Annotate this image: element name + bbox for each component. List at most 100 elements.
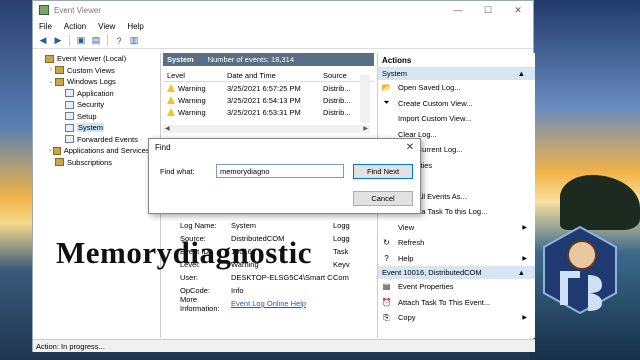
action-label: Import Custom View... <box>398 114 472 124</box>
action-item[interactable]: ⏰ Attach Task To This Event... <box>378 295 535 311</box>
maximize-button[interactable]: ☐ <box>473 5 503 16</box>
scroll-left-icon[interactable]: ◀ <box>165 125 170 133</box>
action-icon: ⎘ <box>383 312 390 322</box>
detail-label: Log Name: <box>180 221 217 230</box>
detail-row: User: DESKTOP-ELSG5C4\Smart Co Com <box>163 271 374 284</box>
tree-item[interactable]: Application <box>33 88 160 100</box>
back-icon[interactable]: ◀ <box>37 35 49 46</box>
log-name-header: System <box>167 55 194 64</box>
forward-icon[interactable]: ▶ <box>52 35 64 46</box>
close-button[interactable]: ✕ <box>503 5 533 16</box>
actions-section-event[interactable]: Event 10016, DistributedCOM ▲ <box>378 266 535 279</box>
tree-item[interactable]: Security <box>33 99 160 111</box>
action-icon <box>382 223 391 232</box>
tree-item[interactable]: › Applications and Services Lo <box>33 145 160 157</box>
collapse-icon[interactable]: ▲ <box>518 69 525 78</box>
action-item[interactable]: ▤ Event Properties <box>378 279 535 295</box>
detail-label: More Information: <box>180 294 220 313</box>
tree-item[interactable]: Event Viewer (Local) <box>33 53 160 65</box>
action-item[interactable]: 📂 Open Saved Log... <box>378 80 535 96</box>
tree-item-label: Security <box>77 100 105 110</box>
event-level: Warning <box>178 107 206 117</box>
detail-row: Log Name: System Logg <box>163 219 374 232</box>
detail-value: DESKTOP-ELSG5C4\Smart Co <box>231 273 333 282</box>
tree-item[interactable]: ⌄ Windows Logs <box>33 76 160 88</box>
event-count: Number of events: 18,314 <box>207 55 294 64</box>
actions-section-system[interactable]: System ▲ <box>378 67 535 80</box>
folder-icon <box>55 66 64 75</box>
action-item[interactable]: Import Custom View... <box>378 111 535 127</box>
cancel-button[interactable]: Cancel <box>353 191 413 206</box>
tree-item[interactable]: Forwarded Events <box>33 134 160 146</box>
dialog-close-icon[interactable]: ✕ <box>400 142 420 153</box>
column-header-source[interactable]: Source <box>323 71 358 80</box>
event-date-cell: 3/25/2021 6:57:25 PM <box>227 83 301 93</box>
find-next-button[interactable]: Find Next <box>353 164 413 179</box>
action-icon: ? <box>384 253 389 263</box>
warning-icon <box>167 96 175 104</box>
event-row[interactable]: Warning 3/25/2021 6:57:25 PM Distrib... <box>163 82 374 94</box>
submenu-arrow-icon: ▶ <box>522 224 527 231</box>
tree-item[interactable]: System <box>33 122 160 134</box>
action-icon <box>382 114 391 123</box>
menu-action[interactable]: Action <box>64 22 86 31</box>
menu-view[interactable]: View <box>98 22 115 31</box>
action-item[interactable]: ⏷ Create Custom View... <box>378 96 535 112</box>
tree-item[interactable]: Setup <box>33 111 160 123</box>
event-level: Warning <box>178 83 206 93</box>
expand-arrow-icon[interactable]: › <box>47 67 55 73</box>
column-header-date[interactable]: Date and Time <box>227 71 323 80</box>
event-row[interactable]: Warning 3/25/2021 6:54:13 PM Distrib... <box>163 94 374 106</box>
detail-extra: Keyv <box>333 260 350 269</box>
log-icon <box>65 100 74 109</box>
help-icon[interactable]: ? <box>113 35 125 46</box>
up-folder-icon[interactable]: ▣ <box>75 35 87 46</box>
column-header-level[interactable]: Level <box>163 71 227 80</box>
detail-extra: Logg <box>333 221 350 230</box>
event-source-cell: Distrib... <box>323 95 351 105</box>
action-item[interactable]: ↻ Refresh <box>378 235 535 251</box>
online-help-link[interactable]: Event Log Online Help <box>231 299 333 308</box>
tree-item-label: Windows Logs <box>67 77 116 87</box>
action-label: Event Properties <box>398 282 454 292</box>
tree-item-label: Subscriptions <box>67 157 113 167</box>
event-row[interactable]: Warning 3/25/2021 6:53:31 PM Distrib... <box>163 106 374 118</box>
action-item[interactable]: View ▶ <box>378 220 535 236</box>
event-list-horizontal-scrollbar[interactable]: ◀ ▶ <box>163 125 370 133</box>
show-hide-tree-icon[interactable]: ▤ <box>90 35 102 46</box>
action-item[interactable]: ? Help ▶ <box>378 251 535 267</box>
log-icon <box>65 112 74 121</box>
action-icon: ↻ <box>383 238 390 248</box>
tree-item-label: Setup <box>77 111 97 121</box>
menu-file[interactable]: File <box>39 22 52 31</box>
minimize-button[interactable]: — <box>443 5 473 15</box>
event-list: Warning 3/25/2021 6:57:25 PM Distrib... War… <box>163 82 374 118</box>
menu-help[interactable]: Help <box>127 22 143 31</box>
console-tree: Event Viewer (Local) › Custom Views ⌄ Window… <box>33 53 161 338</box>
event-grid-header: Level Date and Time Source <box>163 70 374 82</box>
tree-item[interactable]: Subscriptions <box>33 157 160 169</box>
action-label: Attach Task To This Event... <box>398 297 491 307</box>
folder-icon <box>53 146 61 155</box>
folder-icon <box>55 158 64 167</box>
toolbar: ◀ ▶ ▣ ▤ ? ▥ <box>33 33 533 49</box>
event-list-vertical-scrollbar[interactable] <box>360 75 370 123</box>
event-date-cell: 3/25/2021 6:54:13 PM <box>227 95 301 105</box>
collapse-icon[interactable]: ▲ <box>518 268 525 277</box>
action-label: Open Saved Log... <box>398 83 461 93</box>
find-what-input[interactable] <box>216 164 344 178</box>
warning-icon <box>167 108 175 116</box>
action-label: Copy <box>398 313 416 323</box>
tree-item[interactable]: › Custom Views <box>33 65 160 77</box>
show-hide-action-pane-icon[interactable]: ▥ <box>128 35 140 46</box>
event-viewer-app-icon <box>39 5 49 15</box>
section-label: Event 10016, DistributedCOM <box>382 268 482 277</box>
title-bar: Event Viewer — ☐ ✕ <box>33 1 533 19</box>
expand-arrow-icon[interactable]: ⌄ <box>47 78 55 85</box>
event-level-cell: Warning <box>163 108 227 117</box>
warning-icon <box>167 84 175 92</box>
scroll-right-icon[interactable]: ▶ <box>363 125 368 133</box>
toolbar-separator <box>107 35 108 46</box>
detail-label: User: <box>180 273 198 282</box>
action-item[interactable]: ⎘ Copy ▶ <box>378 310 535 326</box>
